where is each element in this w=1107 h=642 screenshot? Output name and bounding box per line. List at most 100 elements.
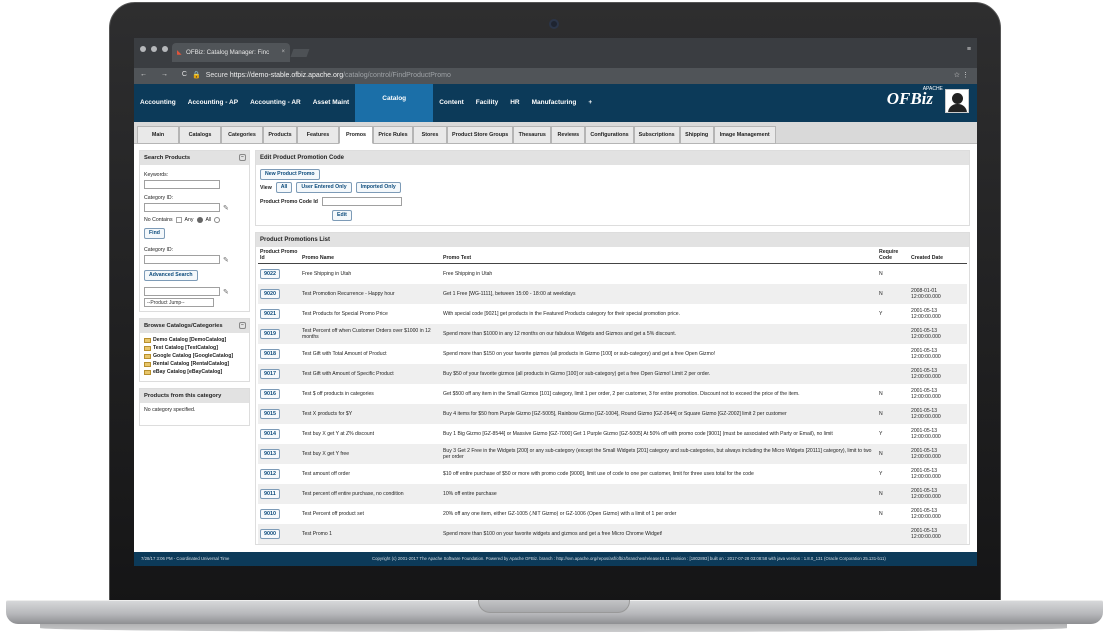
catalog-tree-item[interactable]: Test Catalog [TestCatalog] xyxy=(144,345,245,351)
promo-id-link[interactable]: 9018 xyxy=(260,348,280,359)
table-row: 9018 Test Gift with Total Amount of Produ… xyxy=(258,344,967,364)
advanced-search-button[interactable]: Advanced Search xyxy=(144,270,198,281)
app-nav-item[interactable]: Manufacturing xyxy=(526,84,583,122)
products-category-header: Products from this category xyxy=(140,389,249,403)
sub-tab[interactable]: Configurations xyxy=(585,126,634,144)
promo-id-link[interactable]: 9011 xyxy=(260,488,280,499)
user-menu-icon[interactable]: ≡ xyxy=(967,46,971,53)
catalog-link[interactable]: Rental Catalog [RentalCatalog] xyxy=(153,361,229,367)
app-nav-item[interactable]: Accounting - AR xyxy=(244,84,307,122)
browser-tab[interactable]: ◣ OFBiz: Catalog Manager: Finc × xyxy=(172,43,290,62)
collapse-icon[interactable]: − xyxy=(239,322,246,329)
nav-buttons[interactable]: ← → C xyxy=(140,71,193,78)
catalog-link[interactable]: Test Catalog [TestCatalog] xyxy=(153,345,218,351)
app-nav-item[interactable]: Accounting - AP xyxy=(182,84,244,122)
view-all-button[interactable]: All xyxy=(275,182,293,193)
app-nav-item[interactable]: HR xyxy=(504,84,525,122)
promo-id-link[interactable]: 9012 xyxy=(260,468,280,479)
edit-button[interactable]: Edit xyxy=(332,210,352,221)
user-avatar[interactable] xyxy=(945,89,969,113)
cell-name: Test percent off entire purchase, no con… xyxy=(300,483,441,504)
product-jump-input[interactable] xyxy=(144,287,220,296)
sub-tab[interactable]: Stores xyxy=(413,126,447,144)
sub-tab[interactable]: Subscriptions xyxy=(633,126,680,144)
sub-tab[interactable]: Price Rules xyxy=(373,126,413,144)
view-user-entered-button[interactable]: User Entered Only xyxy=(296,182,352,193)
cell-id: 9013 xyxy=(258,443,300,464)
keywords-input[interactable] xyxy=(144,180,220,189)
sub-tab[interactable]: Reviews xyxy=(551,126,586,144)
browse-title: Browse Catalogs/Categories xyxy=(144,323,223,329)
sub-tab[interactable]: Main xyxy=(137,126,179,144)
promo-id-link[interactable]: 9017 xyxy=(260,368,280,379)
bookmark-star-icon[interactable]: ☆ ⋮ xyxy=(954,71,969,79)
promo-id-link[interactable]: 9014 xyxy=(260,428,280,439)
laptop-notch xyxy=(478,600,630,613)
collapse-icon[interactable]: − xyxy=(239,154,246,161)
catalog-link[interactable]: Demo Catalog [DemoCatalog] xyxy=(153,337,226,343)
lookup-icon[interactable]: ✎ xyxy=(223,288,229,296)
app-nav-item[interactable]: Accounting xyxy=(134,84,182,122)
catalog-tree-item[interactable]: eBay Catalog [eBayCatalog] xyxy=(144,369,245,375)
cell-id: 9000 xyxy=(258,523,300,544)
promo-id-link[interactable]: 9016 xyxy=(260,388,280,399)
catalog-tree-item[interactable]: Demo Catalog [DemoCatalog] xyxy=(144,337,245,343)
url-host: https://demo-stable.ofbiz.apache.org xyxy=(229,72,344,79)
sub-tab[interactable]: Promos xyxy=(339,126,373,144)
catalog-tree-item[interactable]: Google Catalog [GoogleCatalog] xyxy=(144,353,245,359)
window-controls[interactable] xyxy=(140,46,168,52)
sub-tab[interactable]: Categories xyxy=(221,126,263,144)
app-nav-item[interactable]: Asset Maint xyxy=(307,84,355,122)
promo-id-link[interactable]: 9019 xyxy=(260,328,280,339)
promotions-table: Product Promo Id Promo Name Promo Text R… xyxy=(258,247,967,544)
promo-id-link[interactable]: 9015 xyxy=(260,408,280,419)
app-nav-item[interactable]: Facility xyxy=(470,84,504,122)
all-radio[interactable] xyxy=(214,217,221,223)
sub-tab[interactable]: Image Management xyxy=(713,126,776,144)
cell-require: N xyxy=(879,390,883,397)
url-field[interactable]: 🔒 Secure https://demo-stable.ofbiz.apache… xyxy=(186,71,451,79)
app-nav-item[interactable]: + xyxy=(582,84,598,122)
find-button[interactable]: Find xyxy=(144,228,165,239)
app-nav-item[interactable]: Content xyxy=(433,84,470,122)
app-nav-item[interactable]: Catalog xyxy=(355,84,434,122)
category-input-2[interactable] xyxy=(144,255,220,264)
cell-id: 9012 xyxy=(258,464,300,484)
promo-id-link[interactable]: 9000 xyxy=(260,528,280,539)
sub-tab[interactable]: Product Store Groups xyxy=(447,126,514,144)
ofbiz-logo[interactable]: APACHE OFBiz xyxy=(887,86,943,109)
table-row: 9017 Test Gift with Amount of Specific Pr… xyxy=(258,363,967,384)
category-label-2: Category ID: xyxy=(144,247,174,253)
sub-tab[interactable]: Features xyxy=(297,126,339,144)
promo-id-link[interactable]: 9020 xyxy=(260,288,280,299)
cell-text: Buy $50 of your favorite gizmos (all pro… xyxy=(441,363,877,384)
cell-name: Test Promotion Recurrence - Happy hour xyxy=(300,283,441,304)
sub-tab[interactable]: Products xyxy=(263,126,297,144)
category-input[interactable] xyxy=(144,203,220,212)
cell-name: Test buy X get Y free xyxy=(300,443,441,464)
sub-tab[interactable]: Shipping xyxy=(679,126,714,144)
product-jump-select[interactable]: --Product Jump-- xyxy=(144,298,214,307)
table-header-row: Product Promo Id Promo Name Promo Text R… xyxy=(258,247,967,264)
cell-name: Free Shipping in Utah xyxy=(302,270,352,277)
camera xyxy=(549,19,559,29)
catalog-link[interactable]: Google Catalog [GoogleCatalog] xyxy=(153,353,233,359)
sub-tab[interactable]: Catalogs xyxy=(179,126,221,144)
promo-code-input[interactable] xyxy=(321,197,402,206)
lookup-icon[interactable]: ✎ xyxy=(223,204,229,212)
sub-tab[interactable]: Thesaurus xyxy=(513,126,552,144)
promo-id-link[interactable]: 9010 xyxy=(260,508,280,519)
new-product-promo-button[interactable]: New Product Promo xyxy=(260,169,320,180)
any-label: Any xyxy=(184,217,194,223)
lookup-icon[interactable]: ✎ xyxy=(223,256,229,264)
promo-id-link[interactable]: 9021 xyxy=(260,308,280,319)
new-tab-button[interactable] xyxy=(290,49,310,57)
view-imported-button[interactable]: Imported Only xyxy=(355,182,401,193)
any-radio[interactable] xyxy=(196,217,203,223)
no-contains-checkbox[interactable] xyxy=(175,217,182,223)
tab-close-icon[interactable]: × xyxy=(281,49,285,55)
promo-id-link[interactable]: 9022 xyxy=(260,268,280,279)
catalog-tree-item[interactable]: Rental Catalog [RentalCatalog] xyxy=(144,361,245,367)
catalog-link[interactable]: eBay Catalog [eBayCatalog] xyxy=(153,369,222,375)
promo-id-link[interactable]: 9013 xyxy=(260,448,280,459)
